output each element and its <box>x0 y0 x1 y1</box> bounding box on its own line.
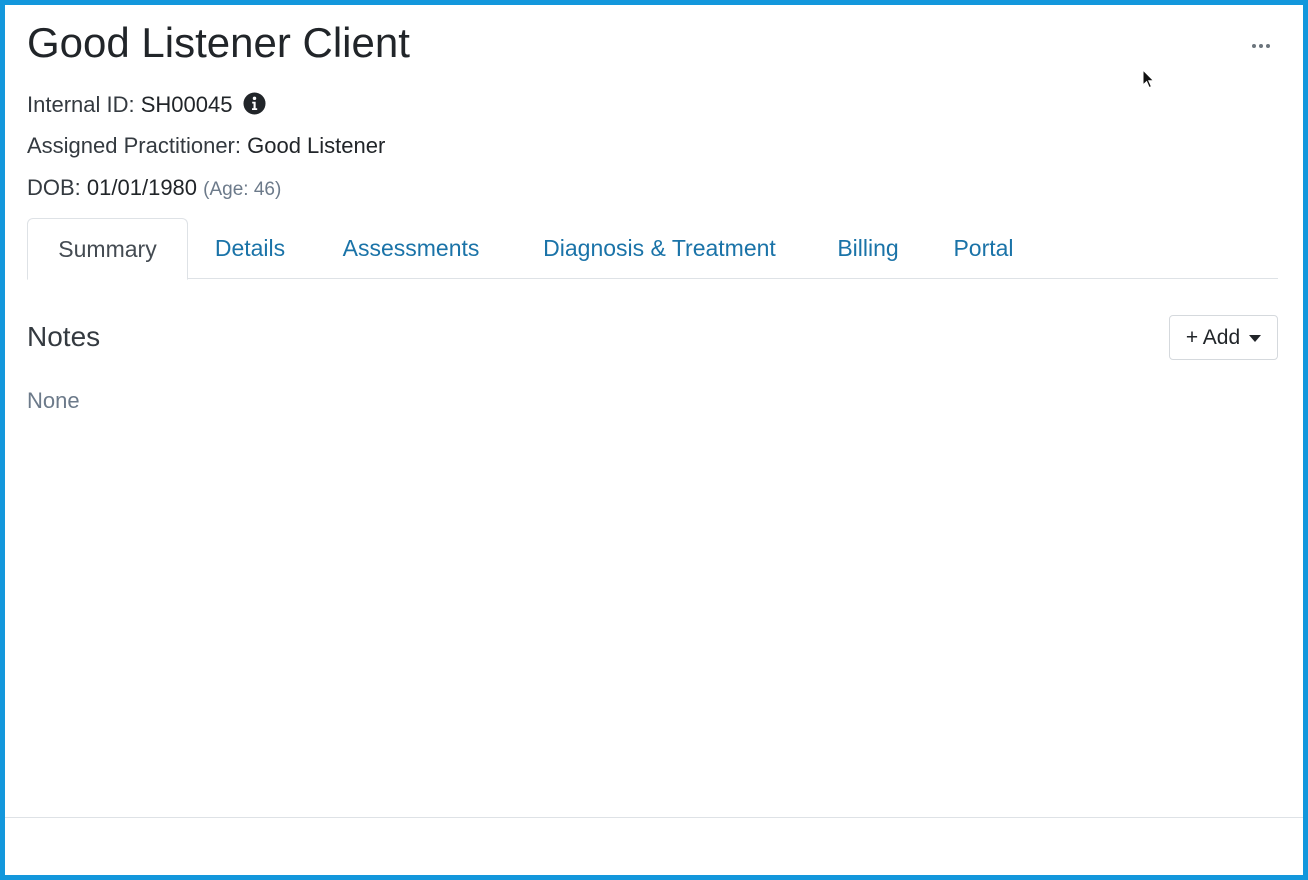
tab-diagnosis-treatment[interactable]: Diagnosis & Treatment <box>534 218 785 279</box>
more-options-button[interactable] <box>1246 35 1276 57</box>
internal-id-value: SH00045 <box>140 92 233 117</box>
tab-bar: Summary Details Assessments Diagnosis & … <box>27 218 1278 280</box>
practitioner-label: Assigned Practitioner: <box>27 133 241 158</box>
tab-summary[interactable]: Summary <box>27 218 188 280</box>
tab-portal[interactable]: Portal <box>951 218 1016 279</box>
dob-label: DOB: <box>27 175 81 200</box>
notes-empty-state: None <box>27 388 80 413</box>
practitioner-row: Assigned Practitioner: Good Listener <box>27 132 385 160</box>
dob-row: DOB: 01/01/1980 (Age: 46) <box>27 174 281 204</box>
tab-details[interactable]: Details <box>212 218 288 279</box>
internal-id-row: Internal ID: SH00045 <box>27 91 266 119</box>
info-circle-icon[interactable] <box>243 92 266 115</box>
caret-down-icon <box>1249 334 1262 342</box>
tab-assessments[interactable]: Assessments <box>337 218 485 279</box>
mouse-cursor-icon <box>1142 69 1155 89</box>
ellipsis-icon <box>1266 44 1270 48</box>
notes-title: Notes <box>27 321 101 352</box>
add-button-label: + Add <box>1185 325 1241 349</box>
dob-value: 01/01/1980 <box>86 175 198 200</box>
age-text: (Age: 46) <box>203 179 282 200</box>
app-frame: Good Listener Client Internal ID: SH0004… <box>0 0 1308 880</box>
internal-id-label: Internal ID: <box>27 92 135 117</box>
tab-billing[interactable]: Billing <box>835 218 901 279</box>
footer-divider <box>5 817 1303 818</box>
practitioner-value: Good Listener <box>247 133 386 158</box>
ellipsis-icon <box>1259 44 1263 48</box>
add-note-dropdown-button[interactable]: + Add <box>1169 315 1278 360</box>
ellipsis-icon <box>1252 44 1256 48</box>
page-title: Good Listener Client <box>27 19 410 66</box>
